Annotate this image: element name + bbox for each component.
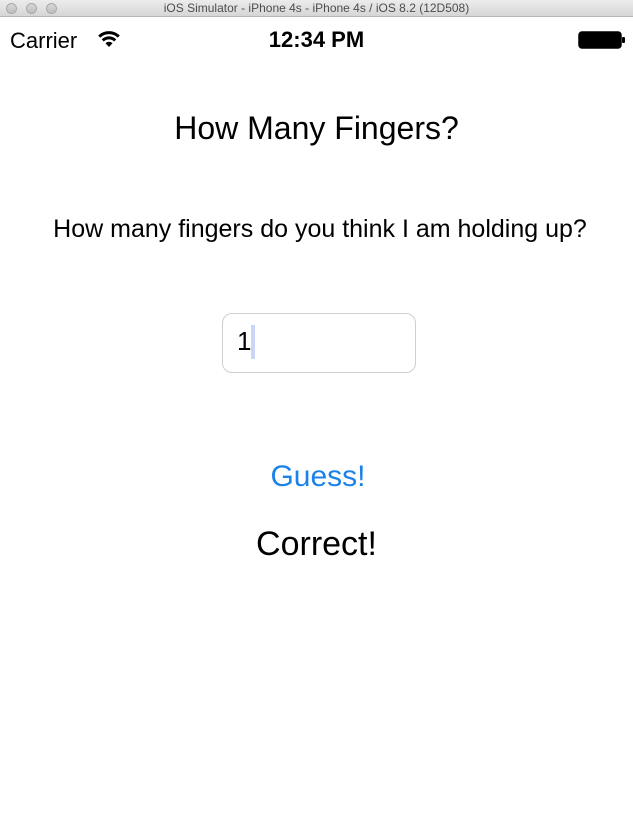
window-title: iOS Simulator - iPhone 4s - iPhone 4s / … — [163, 1, 470, 15]
status-time: 12:34 PM — [268, 27, 365, 52]
fingers-input-value: 1 — [237, 326, 252, 356]
question-label: How many fingers do you think I am holdi… — [53, 215, 587, 243]
battery-icon — [578, 31, 625, 49]
text-caret — [251, 325, 255, 359]
status-bar: Carrier 12:34 PM — [0, 18, 633, 58]
fingers-input[interactable]: 1 — [222, 313, 416, 373]
result-label: Correct! — [256, 525, 377, 563]
guess-button[interactable]: Guess! — [220, 457, 416, 501]
simulator-window: iOS Simulator - iPhone 4s - iPhone 4s / … — [0, 0, 633, 817]
page-title: How Many Fingers? — [174, 110, 459, 146]
window-titlebar: iOS Simulator - iPhone 4s - iPhone 4s / … — [0, 0, 633, 17]
